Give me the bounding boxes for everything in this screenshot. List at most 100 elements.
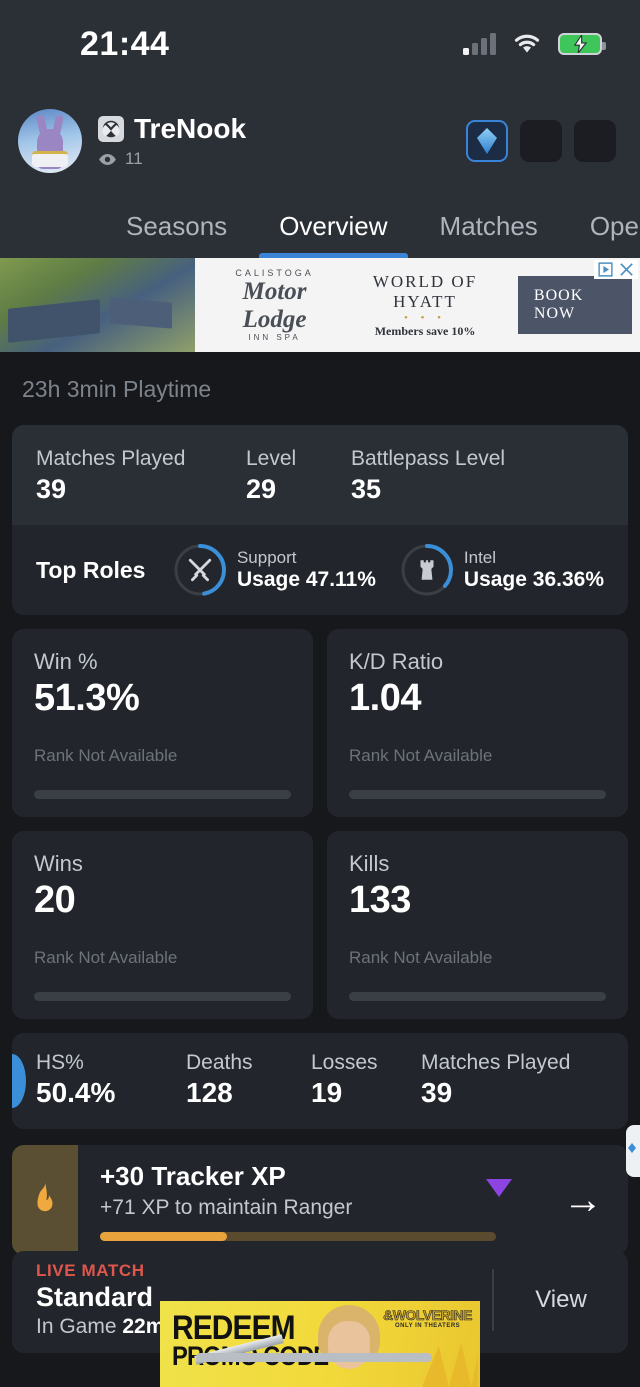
role-info: Intel Usage 36.36%: [464, 548, 604, 592]
stat-card-row-2: Wins 20 Rank Not Available Kills 133 Ran…: [12, 831, 628, 1019]
stat-rank: Rank Not Available: [34, 746, 178, 765]
stat-card-kd-ratio[interactable]: K/D Ratio 1.04 Rank Not Available: [327, 629, 628, 817]
ad-photo: [0, 258, 195, 352]
summary-matches-played: Matches Played 39: [36, 447, 246, 505]
strip-label: Deaths: [186, 1051, 253, 1074]
top-roles-row: Top Roles Support Usage 47.11% Intel Usa…: [12, 525, 628, 615]
role-intel: Intel Usage 36.36%: [400, 543, 604, 597]
live-match-badge: LIVE MATCH: [36, 1261, 145, 1280]
stat-card-kills[interactable]: Kills 133 Rank Not Available: [327, 831, 628, 1019]
strip-value: 128: [186, 1077, 233, 1108]
strip-stat-deaths: Deaths 128: [186, 1051, 311, 1109]
xp-icon-tile: [12, 1145, 78, 1255]
ad-controls: [594, 260, 638, 279]
main-content: 23h 3min Playtime Matches Played 39 Leve…: [0, 352, 640, 1353]
avatar[interactable]: [18, 109, 82, 173]
role-usage-ring: [400, 543, 454, 597]
tab-matches[interactable]: Matches: [414, 194, 564, 258]
role-usage: Usage 47.11%: [236, 568, 376, 591]
tracker-xp-card[interactable]: +30 Tracker XP +71 XP to maintain Ranger…: [12, 1145, 628, 1255]
claw-art: [422, 1342, 478, 1387]
overview-summary-row: Matches Played 39 Level 29 Battlepass Le…: [12, 425, 628, 525]
app-screen: 21:44 TreNook 11 Seasons Overview Matche…: [0, 0, 640, 1387]
stat-value: 20: [34, 879, 76, 921]
stat-rank: Rank Not Available: [349, 948, 493, 967]
view-count: 11: [98, 149, 246, 169]
action-button-3[interactable]: [574, 120, 616, 162]
ad-cta-button[interactable]: BOOK NOW: [517, 276, 632, 334]
xp-title: +30 Tracker XP: [100, 1161, 286, 1191]
view-match-button[interactable]: View: [494, 1286, 628, 1314]
role-usage: Usage 36.36%: [463, 568, 604, 591]
rook-tower-icon: [400, 543, 454, 597]
strip-stat-matches: Matches Played 39: [421, 1051, 570, 1109]
playtime-label: 23h 3min Playtime: [22, 376, 212, 402]
status-bar-indicators: [463, 33, 606, 55]
strip-label: Losses: [311, 1051, 378, 1074]
close-icon[interactable]: [618, 261, 635, 278]
strip-value: 19: [311, 1077, 343, 1108]
xp-details: +30 Tracker XP +71 XP to maintain Ranger: [78, 1145, 538, 1255]
username: TreNook: [134, 113, 247, 144]
xp-progress-fill: [100, 1232, 227, 1241]
stat-progress-bar: [349, 992, 606, 1001]
ad-dots: • • •: [403, 311, 447, 324]
summary-value: 39: [36, 474, 67, 504]
stat-card-win-percent[interactable]: Win % 51.3% Rank Not Available: [12, 629, 313, 817]
summary-label: Level: [246, 447, 297, 470]
role-name: Intel: [463, 548, 497, 567]
xp-progress-track: [100, 1232, 496, 1241]
live-status-prefix: In Game: [36, 1315, 123, 1338]
stat-card-row-1: Win % 51.3% Rank Not Available K/D Ratio…: [12, 629, 628, 817]
stat-rank: Rank Not Available: [349, 746, 493, 765]
advertisement-bottom[interactable]: REDEEM PROMO CODE &WOLVERINE ONLY IN THE…: [160, 1301, 480, 1387]
summary-label: Matches Played: [36, 447, 186, 470]
stat-label: Win %: [34, 649, 98, 674]
stat-progress-bar: [34, 790, 291, 799]
stat-rank: Rank Not Available: [34, 948, 178, 967]
strip-label: Matches Played: [421, 1051, 571, 1074]
action-button-2[interactable]: [520, 120, 562, 162]
ad-brand-main: Motor Lodge: [242, 278, 307, 333]
strip-value: 50.4%: [36, 1077, 116, 1108]
role-support: Support Usage 47.11%: [173, 543, 376, 597]
strip-stat-losses: Losses 19: [311, 1051, 421, 1109]
tab-operators[interactable]: Opera: [564, 194, 640, 258]
strip-label: HS%: [36, 1051, 84, 1074]
ad-bottom-brand: &WOLVERINE ONLY IN THEATERS: [383, 1307, 473, 1329]
edge-peek-handle[interactable]: [626, 1125, 640, 1177]
ad-brand: CALISTOGA Motor Lodge INN SPA: [217, 268, 332, 342]
xp-subtitle: +71 XP to maintain Ranger: [100, 1196, 353, 1219]
flame-icon: [37, 1181, 53, 1212]
role-usage-ring: [173, 543, 227, 597]
stat-card-wins[interactable]: Wins 20 Rank Not Available: [12, 831, 313, 1019]
role-info: Support Usage 47.11%: [237, 548, 376, 592]
stat-progress-bar: [349, 790, 606, 799]
tab-overview[interactable]: Overview: [253, 194, 413, 258]
premium-button[interactable]: [466, 120, 508, 162]
ad-subline: Members save 10%: [374, 323, 476, 338]
ad-headline: WORLD OF HYATT: [372, 271, 478, 311]
ad-offer: WORLD OF HYATT • • • Members save 10%: [350, 272, 500, 339]
ad-brand-bottom: INN SPA: [248, 333, 301, 342]
tab-seasons[interactable]: Seasons: [100, 194, 253, 258]
strip-stat-hs: HS% 50.4%: [36, 1051, 186, 1109]
status-bar-clock: 21:44: [80, 24, 170, 63]
adchoices-icon[interactable]: [597, 261, 614, 278]
secondary-stats-strip: HS% 50.4% Deaths 128 Losses 19 Matches P…: [12, 1033, 628, 1129]
scroll-indicator[interactable]: [196, 1353, 432, 1362]
down-triangle-marker: [486, 1179, 512, 1197]
advertisement-top[interactable]: CALISTOGA Motor Lodge INN SPA WORLD OF H…: [0, 258, 640, 352]
crossed-swords-icon: [173, 543, 227, 597]
arrow-right-icon[interactable]: →: [538, 1145, 628, 1255]
gem-icon: [477, 128, 497, 154]
summary-battlepass-level: Battlepass Level 35: [351, 447, 505, 505]
stat-progress-bar: [34, 992, 291, 1001]
status-bar: 21:44: [0, 0, 640, 88]
stat-label: Kills: [349, 851, 390, 876]
battery-charging-icon: [558, 33, 606, 55]
signal-bars-icon: [463, 33, 496, 55]
stat-value: 133: [349, 879, 411, 921]
stat-value: 51.3%: [34, 677, 140, 719]
stat-label: Wins: [34, 851, 83, 876]
